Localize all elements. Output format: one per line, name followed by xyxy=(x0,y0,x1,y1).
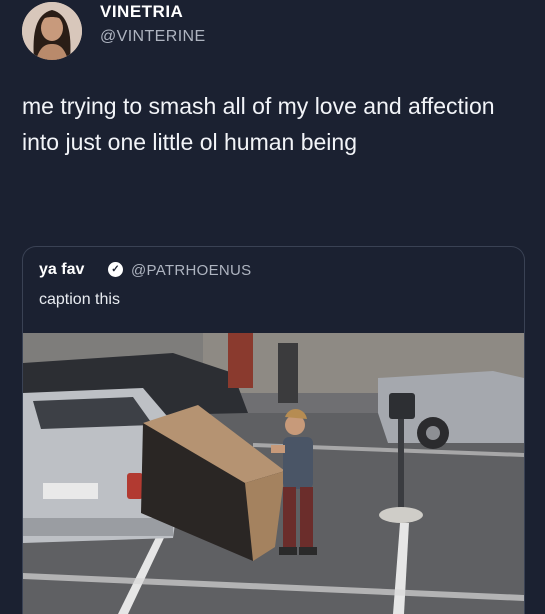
quoted-tweet-text: caption this xyxy=(39,291,120,308)
avatar-image xyxy=(22,2,82,60)
tweet: VINETRIA @VINTERINE me trying to smash a… xyxy=(0,0,545,614)
quoted-display-name[interactable]: ya fav xyxy=(39,261,84,279)
quoted-tweet[interactable]: ya fav ✓ @PATRHOENUS caption this xyxy=(22,246,525,614)
quoted-user-handle[interactable]: @PATRHOENUS xyxy=(131,262,251,279)
avatar[interactable] xyxy=(22,2,82,60)
tweet-text: me trying to smash all of my love and af… xyxy=(22,93,495,155)
display-name[interactable]: VINETRIA xyxy=(100,2,183,22)
verified-badge-icon: ✓ xyxy=(108,262,123,277)
street-photo[interactable] xyxy=(23,333,524,614)
user-handle[interactable]: @VINTERINE xyxy=(100,28,206,46)
